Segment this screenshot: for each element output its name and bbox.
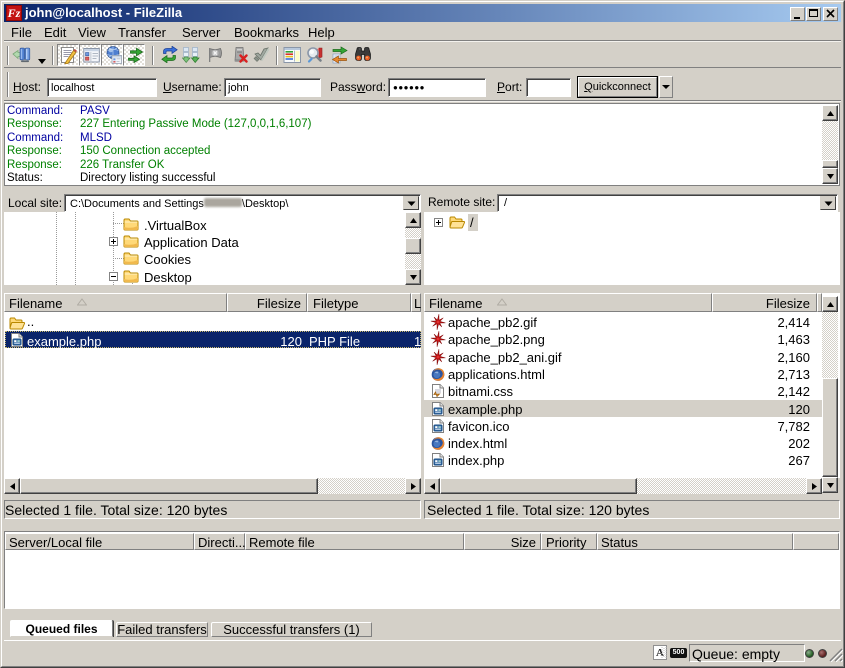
svg-text:A: A — [656, 647, 664, 659]
